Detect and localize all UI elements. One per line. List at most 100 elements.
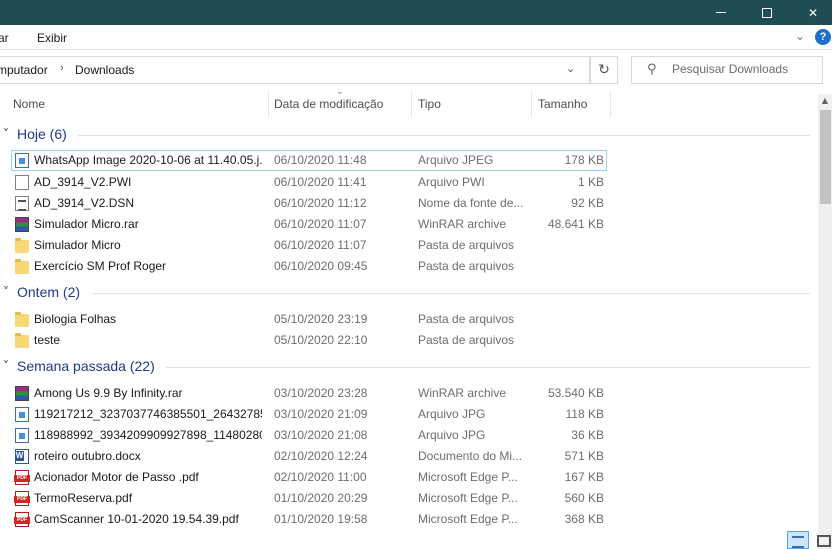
maximize-button[interactable] — [744, 0, 790, 25]
image-file-icon — [15, 407, 29, 422]
search-input[interactable] — [672, 62, 820, 76]
breadcrumb-separator-icon[interactable]: › — [60, 62, 64, 74]
pdf-file-icon — [14, 470, 30, 485]
group-divider — [92, 293, 810, 294]
file-date: 01/10/2020 19:58 — [274, 512, 368, 526]
file-type: Pasta de arquivos — [418, 259, 515, 273]
file-row[interactable]: Exercício SM Prof Roger 06/10/2020 09:45… — [0, 256, 812, 277]
file-name: 118988992_3934209909927898_114802809... — [34, 428, 262, 442]
file-date: 06/10/2020 11:48 — [274, 153, 367, 167]
column-divider[interactable] — [531, 92, 532, 118]
file-name: Exercício SM Prof Roger — [34, 259, 167, 273]
ribbon-expand-chevron-icon[interactable]: ⌄ — [795, 29, 805, 43]
file-date: 06/10/2020 09:45 — [274, 259, 368, 273]
column-header-name[interactable]: Nome — [13, 97, 45, 123]
group-header-today[interactable]: ˅ Hoje (6) — [0, 125, 812, 147]
file-name: TermoReserva.pdf — [34, 491, 133, 505]
generic-file-icon — [15, 175, 29, 190]
pdf-file-icon — [14, 512, 30, 527]
file-row[interactable]: 118988992_3934209909927898_114802809... … — [0, 425, 812, 446]
tab-partial[interactable]: ar — [0, 31, 9, 45]
help-button[interactable]: ? — [815, 29, 831, 45]
breadcrumb-computer[interactable]: mputador — [0, 63, 48, 77]
file-date: 03/10/2020 23:28 — [274, 386, 368, 400]
file-date: 03/10/2020 21:09 — [274, 407, 368, 421]
refresh-icon: ↻ — [598, 62, 610, 78]
search-icon: ⚲ — [647, 62, 657, 77]
group-divider — [166, 367, 810, 368]
file-row[interactable]: AD_3914_V2.DSN 06/10/2020 11:12 Nome da … — [0, 193, 812, 214]
column-header-date[interactable]: Data de modificação — [274, 97, 383, 123]
scrollbar-thumb[interactable] — [820, 110, 831, 204]
file-date: 03/10/2020 21:08 — [274, 428, 368, 442]
file-date: 02/10/2020 12:24 — [274, 449, 368, 463]
file-row[interactable]: Simulador Micro.rar 06/10/2020 11:07 Win… — [0, 214, 812, 235]
close-icon: ✕ — [807, 5, 819, 20]
file-row[interactable]: Simulador Micro 06/10/2020 11:07 Pasta d… — [0, 235, 812, 256]
file-name: teste — [34, 333, 61, 347]
group-label: Ontem (2) — [17, 284, 81, 300]
file-row[interactable]: WhatsApp Image 2020-10-06 at 11.40.05.j.… — [0, 150, 812, 171]
breadcrumb-downloads[interactable]: Downloads — [75, 63, 134, 77]
address-history-chevron-icon[interactable]: ⌄ — [566, 62, 575, 75]
winrar-archive-icon — [15, 217, 29, 232]
file-size: 1 KB — [577, 175, 604, 189]
file-size: 167 KB — [564, 470, 604, 484]
file-size: 560 KB — [564, 491, 604, 505]
file-row[interactable]: roteiro outubro.docx 02/10/2020 12:24 Do… — [0, 446, 812, 467]
column-header-type[interactable]: Tipo — [418, 97, 441, 123]
minimize-button[interactable] — [698, 0, 744, 25]
file-row[interactable]: AD_3914_V2.PWI 06/10/2020 11:41 Arquivo … — [0, 172, 812, 193]
pdf-file-icon — [14, 491, 30, 506]
file-date: 05/10/2020 23:19 — [274, 312, 368, 326]
refresh-button[interactable]: ↻ — [590, 56, 618, 84]
tab-exibir[interactable]: Exibir — [37, 31, 67, 45]
file-type: Arquivo JPG — [418, 428, 486, 442]
group-collapse-chevron-icon[interactable]: ˅ — [3, 127, 9, 141]
file-type: Pasta de arquivos — [418, 238, 515, 252]
file-name: CamScanner 10-01-2020 19.54.39.pdf — [34, 512, 239, 526]
file-size: 92 KB — [571, 196, 604, 210]
column-divider[interactable] — [411, 92, 412, 118]
folder-icon — [15, 333, 29, 348]
image-file-icon — [15, 153, 29, 168]
file-date: 06/10/2020 11:07 — [274, 238, 367, 252]
file-row[interactable]: TermoReserva.pdf 01/10/2020 20:29 Micros… — [0, 488, 812, 509]
group-header-last-week[interactable]: ˅ Semana passada (22) — [0, 357, 812, 379]
file-size: 571 KB — [564, 449, 604, 463]
address-bar[interactable]: mputador › Downloads ⌄ — [0, 56, 590, 84]
file-type: Microsoft Edge P... — [418, 470, 518, 484]
column-divider[interactable] — [610, 92, 611, 118]
scroll-up-arrow-icon[interactable]: ▲ — [818, 94, 832, 108]
search-box[interactable]: ⚲ — [631, 56, 823, 84]
file-type: WinRAR archive — [418, 217, 507, 231]
group-header-yesterday[interactable]: ˅ Ontem (2) — [0, 283, 812, 305]
file-row[interactable]: Biologia Folhas 05/10/2020 23:19 Pasta d… — [0, 309, 812, 330]
file-type: Pasta de arquivos — [418, 312, 515, 326]
image-file-icon — [15, 428, 29, 443]
large-icons-view-button[interactable] — [813, 531, 832, 549]
close-button[interactable]: ✕ — [790, 0, 832, 25]
file-type: Nome da fonte de... — [418, 196, 524, 210]
file-name: 119217212_3237037746385501_264327851... — [34, 407, 262, 421]
column-divider[interactable] — [268, 92, 269, 118]
file-type: Arquivo JPEG — [418, 153, 494, 167]
group-collapse-chevron-icon[interactable]: ˅ — [3, 285, 9, 299]
file-type: Microsoft Edge P... — [418, 491, 518, 505]
details-view-button[interactable] — [787, 531, 809, 549]
winrar-archive-icon — [15, 386, 29, 401]
file-row[interactable]: Acionador Motor de Passo .pdf 02/10/2020… — [0, 467, 812, 488]
file-type: Arquivo PWI — [418, 175, 485, 189]
column-header-size[interactable]: Tamanho — [538, 97, 587, 123]
file-name: roteiro outubro.docx — [34, 449, 141, 463]
file-date: 05/10/2020 22:10 — [274, 333, 368, 347]
minimize-icon — [716, 12, 726, 13]
file-name: Among Us 9.9 By Infinity.rar — [34, 386, 183, 400]
group-collapse-chevron-icon[interactable]: ˅ — [3, 359, 9, 373]
title-bar: ✕ — [0, 0, 832, 25]
file-row[interactable]: Among Us 9.9 By Infinity.rar 03/10/2020 … — [0, 383, 812, 404]
file-row[interactable]: CamScanner 10-01-2020 19.54.39.pdf 01/10… — [0, 509, 812, 530]
group-label: Semana passada (22) — [17, 358, 155, 374]
file-row[interactable]: 119217212_3237037746385501_264327851... … — [0, 404, 812, 425]
file-row[interactable]: teste 05/10/2020 22:10 Pasta de arquivos — [0, 330, 812, 351]
